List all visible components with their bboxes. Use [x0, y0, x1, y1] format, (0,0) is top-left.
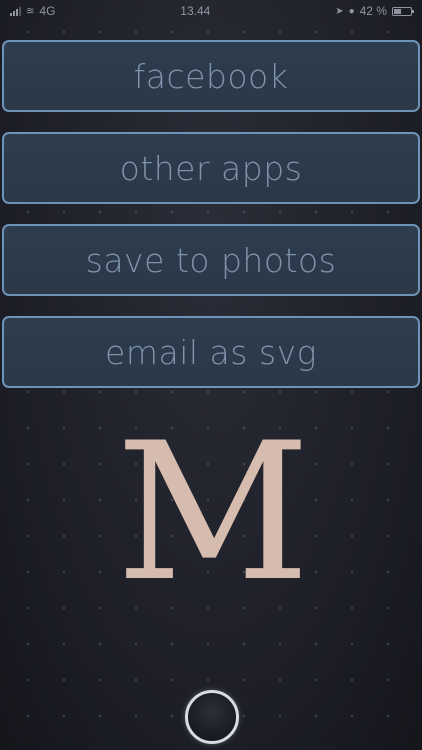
home-button[interactable] — [185, 690, 239, 744]
other-apps-button[interactable]: other apps — [2, 132, 420, 204]
wifi-icon: ≊ — [26, 5, 35, 17]
email-as-svg-button[interactable]: email as svg — [2, 316, 420, 388]
location-icon: ➤ — [335, 5, 344, 17]
battery-percent: 42 % — [359, 4, 387, 18]
monogram-letter: M — [115, 402, 311, 623]
status-left: ≊ 4G — [10, 4, 55, 18]
status-time: 13.44 — [180, 4, 211, 18]
carrier-label: 4G — [39, 4, 56, 18]
battery-icon — [391, 6, 414, 16]
status-bar: ≊ 4G 13.44 ➤ ● 42 % — [0, 0, 422, 22]
battery-fill — [393, 8, 401, 14]
signal-icon — [10, 6, 21, 16]
save-to-photos-button[interactable]: save to photos — [2, 224, 420, 296]
facebook-button[interactable]: facebook — [2, 40, 420, 112]
status-right: ➤ ● 42 % — [335, 4, 414, 18]
alarm-icon: ● — [348, 5, 355, 17]
